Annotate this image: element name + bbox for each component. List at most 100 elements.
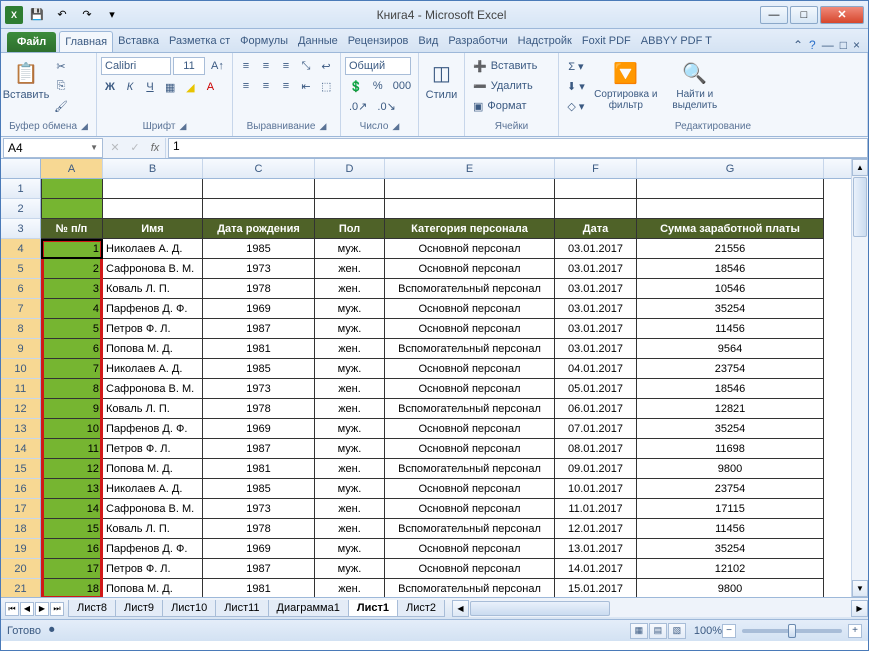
row-header[interactable]: 1	[1, 179, 41, 199]
row-header[interactable]: 16	[1, 479, 41, 499]
table-cell[interactable]: 2	[41, 259, 103, 279]
table-cell[interactable]: муж.	[315, 299, 385, 319]
table-cell[interactable]: 18546	[637, 379, 824, 399]
page-layout-view-icon[interactable]: ▤	[649, 623, 667, 639]
ribbon-tab-3[interactable]: Формулы	[235, 31, 293, 52]
table-cell[interactable]: Петров Ф. Л.	[103, 439, 203, 459]
table-cell[interactable]: жен.	[315, 579, 385, 597]
cut-icon[interactable]: ✂	[50, 57, 72, 75]
file-tab[interactable]: Файл	[7, 32, 56, 52]
table-cell[interactable]: муж.	[315, 359, 385, 379]
table-cell[interactable]: Основной персонал	[385, 539, 555, 559]
table-cell[interactable]: жен.	[315, 499, 385, 519]
scroll-right-icon[interactable]: ▶	[851, 600, 868, 617]
ribbon-tab-0[interactable]: Главная	[59, 31, 113, 52]
launcher-icon[interactable]: ◢	[81, 121, 88, 131]
table-cell[interactable]: 11.01.2017	[555, 499, 637, 519]
table-cell[interactable]: Основной персонал	[385, 499, 555, 519]
table-cell[interactable]: 11456	[637, 519, 824, 539]
launcher-icon[interactable]: ◢	[392, 121, 399, 131]
table-cell[interactable]	[385, 199, 555, 219]
table-cell[interactable]: 21556	[637, 239, 824, 259]
row-header[interactable]: 17	[1, 499, 41, 519]
table-cell[interactable]: 06.01.2017	[555, 399, 637, 419]
ribbon-tab-5[interactable]: Рецензиров	[343, 31, 414, 52]
table-cell[interactable]: Петров Ф. Л.	[103, 559, 203, 579]
wrap-icon[interactable]: ↩	[317, 57, 335, 75]
table-cell[interactable]	[555, 179, 637, 199]
name-box[interactable]: A4 ▼	[3, 138, 103, 158]
table-cell[interactable]: 15	[41, 519, 103, 539]
find-select-button[interactable]: 🔍 Найти и выделить	[663, 57, 727, 113]
table-cell[interactable]: 1	[41, 239, 103, 259]
table-cell[interactable]: 9	[41, 399, 103, 419]
table-cell[interactable]: 1969	[203, 299, 315, 319]
table-cell[interactable]: Основной персонал	[385, 259, 555, 279]
table-cell[interactable]: 11456	[637, 319, 824, 339]
table-cell[interactable]: Николаев А. Д.	[103, 359, 203, 379]
indent-dec-icon[interactable]: ⇤	[297, 77, 315, 95]
table-cell[interactable]: 35254	[637, 299, 824, 319]
table-cell[interactable]: Основной персонал	[385, 359, 555, 379]
col-header-C[interactable]: C	[203, 159, 315, 178]
delete-cells-button[interactable]: ➖Удалить	[469, 77, 537, 95]
table-cell[interactable]: 10546	[637, 279, 824, 299]
sheet-tab[interactable]: Лист11	[215, 600, 268, 617]
table-cell[interactable]: 16	[41, 539, 103, 559]
table-cell[interactable]: жен.	[315, 459, 385, 479]
percent-icon[interactable]: %	[369, 77, 387, 95]
clear-icon[interactable]: ◇ ▾	[563, 97, 589, 115]
row-header[interactable]: 15	[1, 459, 41, 479]
table-cell[interactable]: 9800	[637, 579, 824, 597]
table-cell[interactable]: 12821	[637, 399, 824, 419]
table-cell[interactable]: Вспомогательный персонал	[385, 519, 555, 539]
table-cell[interactable]: жен.	[315, 399, 385, 419]
table-cell[interactable]: 6	[41, 339, 103, 359]
sheet-prev-icon[interactable]: ◀	[20, 602, 34, 616]
table-cell[interactable]: Основной персонал	[385, 439, 555, 459]
table-cell[interactable]: Парфенов Д. Ф.	[103, 299, 203, 319]
sheet-first-icon[interactable]: ⏮	[5, 602, 19, 616]
table-cell[interactable]: 14	[41, 499, 103, 519]
table-cell[interactable]: 5	[41, 319, 103, 339]
table-cell[interactable]: 03.01.2017	[555, 239, 637, 259]
table-cell[interactable]: 03.01.2017	[555, 299, 637, 319]
table-cell[interactable]: Вспомогательный персонал	[385, 339, 555, 359]
styles-button[interactable]: ◫ Стили	[423, 57, 460, 103]
table-cell[interactable]: Вспомогательный персонал	[385, 279, 555, 299]
table-cell[interactable]: Основной персонал	[385, 319, 555, 339]
table-cell[interactable]: 05.01.2017	[555, 379, 637, 399]
cancel-formula-icon[interactable]: ✕	[105, 141, 125, 154]
table-cell[interactable]: жен.	[315, 519, 385, 539]
zoom-level[interactable]: 100%	[694, 625, 722, 637]
table-cell[interactable]: 1969	[203, 539, 315, 559]
font-name-input[interactable]: Calibri	[101, 57, 171, 75]
table-header-cell[interactable]: № п/п	[41, 219, 103, 239]
table-cell[interactable]: 1973	[203, 259, 315, 279]
qat-dd-icon[interactable]: ▾	[101, 5, 123, 25]
table-cell[interactable]: Николаев А. Д.	[103, 239, 203, 259]
table-cell[interactable]: Попова М. Д.	[103, 339, 203, 359]
help-icon[interactable]: ?	[809, 38, 816, 52]
table-cell[interactable]: Основной персонал	[385, 239, 555, 259]
autosum-icon[interactable]: Σ ▾	[563, 57, 589, 75]
underline-button[interactable]: Ч	[141, 78, 159, 96]
table-cell[interactable]: 17	[41, 559, 103, 579]
row-header[interactable]: 13	[1, 419, 41, 439]
table-header-cell[interactable]: Сумма заработной платы	[637, 219, 824, 239]
table-cell[interactable]	[103, 199, 203, 219]
table-cell[interactable]: 11	[41, 439, 103, 459]
sheet-next-icon[interactable]: ▶	[35, 602, 49, 616]
table-cell[interactable]: 1981	[203, 459, 315, 479]
col-header-G[interactable]: G	[637, 159, 824, 178]
copy-icon[interactable]: ⎘	[50, 77, 72, 95]
ribbon-tab-10[interactable]: ABBYY PDF T	[636, 31, 717, 52]
table-cell[interactable]: 1987	[203, 319, 315, 339]
table-cell[interactable]: 1985	[203, 359, 315, 379]
ribbon-tab-9[interactable]: Foxit PDF	[577, 31, 636, 52]
sort-filter-button[interactable]: 🔽 Сортировка и фильтр	[592, 57, 660, 113]
table-cell[interactable]	[103, 179, 203, 199]
table-cell[interactable]: Сафронова В. М.	[103, 379, 203, 399]
table-cell[interactable]: 23754	[637, 479, 824, 499]
table-cell[interactable]: 18	[41, 579, 103, 597]
